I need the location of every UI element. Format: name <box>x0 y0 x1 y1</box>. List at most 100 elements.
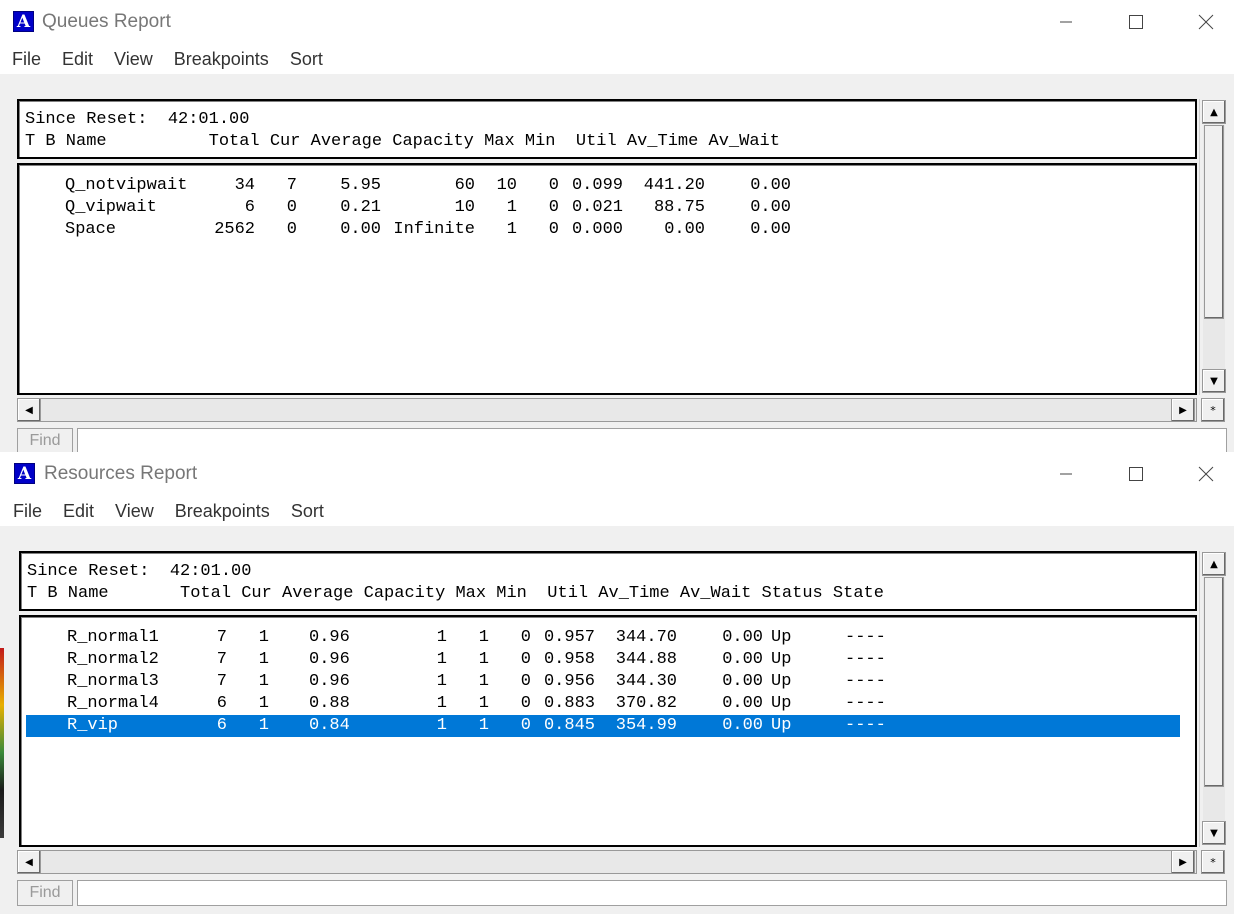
cell-total: 7 <box>216 628 227 647</box>
cell-name: R_normal4 <box>67 694 159 713</box>
cell-av-wait: 0.00 <box>750 198 791 217</box>
scrollbar-thumb[interactable] <box>1204 125 1224 319</box>
cell-max: 10 <box>496 176 517 195</box>
cell-total: 7 <box>216 650 227 669</box>
cell-util: 0.845 <box>543 716 595 735</box>
cell-max: 1 <box>478 650 489 669</box>
scroll-left-arrow-icon[interactable]: ◀ <box>17 398 41 422</box>
cell-min: 0 <box>548 176 559 195</box>
maximize-icon[interactable] <box>1124 462 1148 486</box>
close-icon[interactable] <box>1194 10 1218 34</box>
cell-average: 0.88 <box>309 694 350 713</box>
find-button[interactable]: Find <box>17 880 73 906</box>
scroll-up-arrow-icon[interactable]: ▲ <box>1202 552 1226 576</box>
find-bar: Find <box>17 428 1227 452</box>
cell-capacity: 1 <box>436 650 447 669</box>
scroll-left-arrow-icon[interactable]: ◀ <box>17 850 41 874</box>
cell-av-time: 441.20 <box>643 176 705 195</box>
cell-av-wait: 0.00 <box>722 672 763 691</box>
report-header-panel: Since Reset: 42:01.00 T B Name Total Cur… <box>19 551 1197 611</box>
cell-av-time: 370.82 <box>615 694 677 713</box>
menu-sort[interactable]: Sort <box>290 49 323 70</box>
cell-average: 0.21 <box>340 198 381 217</box>
report-header-panel: Since Reset: 42:01.00 T B Name Total Cur… <box>17 99 1197 159</box>
close-icon[interactable] <box>1194 462 1218 486</box>
menu-edit[interactable]: Edit <box>62 49 93 70</box>
report-body-panel[interactable]: R_normal1 7 1 0.96 1 1 0 0.957 344.70 0.… <box>19 615 1197 847</box>
title-bar[interactable]: A Queues Report <box>0 0 1234 44</box>
menu-view[interactable]: View <box>114 49 153 70</box>
cell-state: ---- <box>845 716 886 735</box>
table-row[interactable]: R_normal4 6 1 0.88 1 1 0 0.883 370.82 0.… <box>21 693 1195 715</box>
scrollbar-thumb[interactable] <box>1204 577 1224 787</box>
cell-av-time: 88.75 <box>653 198 705 217</box>
scroll-right-arrow-icon[interactable]: ▶ <box>1171 398 1195 422</box>
column-headers: T B Name Total Cur Average Capacity Max … <box>25 132 780 151</box>
cell-total: 2562 <box>214 220 255 239</box>
scroll-right-arrow-icon[interactable]: ▶ <box>1171 850 1195 874</box>
minimize-icon[interactable] <box>1054 10 1078 34</box>
find-bar: Find <box>17 880 1227 906</box>
cell-av-wait: 0.00 <box>722 628 763 647</box>
cell-min: 0 <box>520 694 531 713</box>
cell-util: 0.021 <box>571 198 623 217</box>
cell-av-wait: 0.00 <box>722 650 763 669</box>
scroll-down-arrow-icon[interactable]: ▼ <box>1202 369 1226 393</box>
table-row[interactable]: R_normal3 7 1 0.96 1 1 0 0.956 344.30 0.… <box>21 671 1195 693</box>
menu-view[interactable]: View <box>115 501 154 522</box>
cell-av-time: 0.00 <box>664 220 705 239</box>
menu-file[interactable]: File <box>12 49 41 70</box>
cell-status: Up <box>771 716 792 735</box>
scroll-up-arrow-icon[interactable]: ▲ <box>1202 100 1226 124</box>
cell-state: ---- <box>845 694 886 713</box>
title-bar[interactable]: A Resources Report <box>0 452 1234 496</box>
table-row[interactable]: R_normal1 7 1 0.96 1 1 0 0.957 344.70 0.… <box>21 627 1195 649</box>
cell-capacity: 60 <box>454 176 475 195</box>
cell-status: Up <box>771 672 792 691</box>
app-a-icon: A <box>13 11 34 32</box>
cell-name: R_normal2 <box>67 650 159 669</box>
cell-max: 1 <box>506 198 517 217</box>
window-title: Queues Report <box>42 11 171 32</box>
star-icon[interactable]: * <box>1201 850 1225 874</box>
menu-file[interactable]: File <box>13 501 42 522</box>
star-icon[interactable]: * <box>1201 398 1225 422</box>
table-row-selected[interactable]: R_vip 6 1 0.84 1 1 0 0.845 354.99 0.00 U… <box>26 715 1180 737</box>
menu-breakpoints[interactable]: Breakpoints <box>175 501 270 522</box>
menu-edit[interactable]: Edit <box>63 501 94 522</box>
cell-capacity: Infinite <box>393 220 475 239</box>
find-input[interactable] <box>77 880 1227 906</box>
menu-sort[interactable]: Sort <box>291 501 324 522</box>
cell-max: 1 <box>478 672 489 691</box>
report-body-panel[interactable]: Q_notvipwait 34 7 5.95 60 10 0 0.099 441… <box>17 163 1197 395</box>
vertical-scrollbar[interactable]: ▲ ▼ <box>1199 551 1229 847</box>
find-input[interactable] <box>77 428 1227 452</box>
since-reset-label: Since Reset: 42:01.00 <box>27 562 252 581</box>
table-row[interactable]: Q_notvipwait 34 7 5.95 60 10 0 0.099 441… <box>19 175 1195 197</box>
resources-report-window: A Resources Report File Edit View Breakp… <box>0 452 1234 914</box>
cell-total: 6 <box>216 716 227 735</box>
horizontal-scrollbar[interactable]: ◀ ▶ <box>17 850 1197 874</box>
horizontal-scrollbar[interactable]: ◀ ▶ <box>17 398 1197 422</box>
cell-av-time: 344.70 <box>615 628 677 647</box>
find-button[interactable]: Find <box>17 428 73 452</box>
maximize-icon[interactable] <box>1124 10 1148 34</box>
table-row[interactable]: Q_vipwait 6 0 0.21 10 1 0 0.021 88.75 0.… <box>19 197 1195 219</box>
cell-cur: 1 <box>258 650 269 669</box>
cell-status: Up <box>771 628 792 647</box>
cell-total: 34 <box>234 176 255 195</box>
cell-min: 0 <box>548 220 559 239</box>
cell-total: 6 <box>216 694 227 713</box>
cell-status: Up <box>771 650 792 669</box>
menu-breakpoints[interactable]: Breakpoints <box>174 49 269 70</box>
menu-bar: File Edit View Breakpoints Sort <box>0 496 1234 526</box>
cell-max: 1 <box>506 220 517 239</box>
cell-name: R_vip <box>67 716 119 735</box>
cell-status: Up <box>771 694 792 713</box>
vertical-scrollbar[interactable]: ▲ ▼ <box>1199 99 1229 395</box>
table-row[interactable]: Space 2562 0 0.00 Infinite 1 0 0.000 0.0… <box>19 219 1195 241</box>
minimize-icon[interactable] <box>1054 462 1078 486</box>
cell-state: ---- <box>845 672 886 691</box>
table-row[interactable]: R_normal2 7 1 0.96 1 1 0 0.958 344.88 0.… <box>21 649 1195 671</box>
scroll-down-arrow-icon[interactable]: ▼ <box>1202 821 1226 845</box>
